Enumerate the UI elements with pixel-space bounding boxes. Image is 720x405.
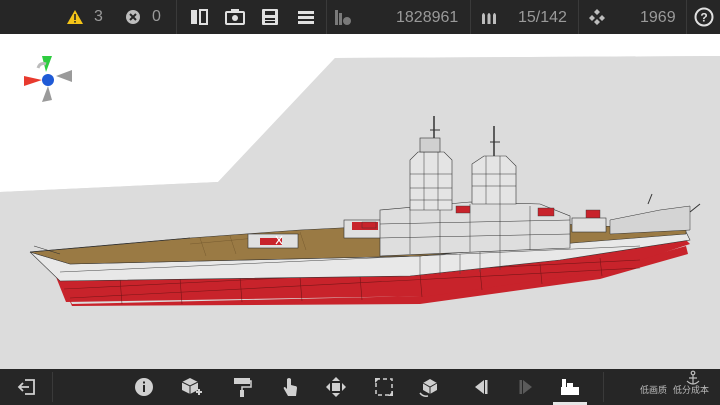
help-question-icon[interactable]: ?	[693, 0, 715, 34]
touch-hand-icon[interactable]	[273, 369, 307, 405]
menu-hamburger-icon[interactable]	[295, 0, 317, 34]
warnings-count: 3	[94, 8, 103, 25]
layers-icon[interactable]	[553, 369, 587, 405]
rotate-block-icon[interactable]	[413, 369, 447, 405]
svg-text:?: ?	[700, 11, 707, 25]
add-block-icon[interactable]	[174, 369, 208, 405]
ship-scene	[0, 34, 720, 369]
info-icon[interactable]	[127, 369, 161, 405]
anchor-icon[interactable]	[678, 363, 708, 393]
orientation-gizmo[interactable]	[20, 50, 76, 106]
paint-roller-icon[interactable]	[225, 369, 259, 405]
3d-viewport[interactable]	[0, 34, 720, 369]
displacement-value: 1828961	[396, 9, 459, 26]
screenshot-camera-icon[interactable]	[224, 0, 246, 34]
move-arrows-icon[interactable]	[319, 369, 353, 405]
step-back-icon[interactable]	[463, 369, 497, 405]
errors-indicator[interactable]: 0	[122, 0, 161, 34]
ammo-value: 15/142	[518, 9, 567, 26]
resize-frame-icon[interactable]	[367, 369, 401, 405]
weight-stack-icon	[332, 0, 354, 34]
top-status-bar: 3 0 1828961 15/142 1969 ?	[0, 0, 720, 34]
bottom-toolbar: 低画质 低分成本	[0, 369, 720, 405]
error-x-icon	[122, 0, 144, 34]
low-quality-toggle[interactable]: 低画质	[640, 383, 667, 396]
step-forward-icon[interactable]	[510, 369, 544, 405]
save-disk-icon[interactable]	[259, 0, 281, 34]
ammo-shells-icon	[478, 0, 500, 34]
parts-count: 1969	[640, 9, 676, 26]
split-view-icon[interactable]	[188, 0, 210, 34]
exit-icon[interactable]	[10, 369, 44, 405]
warning-triangle-icon	[64, 0, 86, 34]
parts-stack-icon	[586, 0, 608, 34]
warnings-indicator[interactable]: 3	[64, 0, 103, 34]
errors-count: 0	[152, 8, 161, 25]
